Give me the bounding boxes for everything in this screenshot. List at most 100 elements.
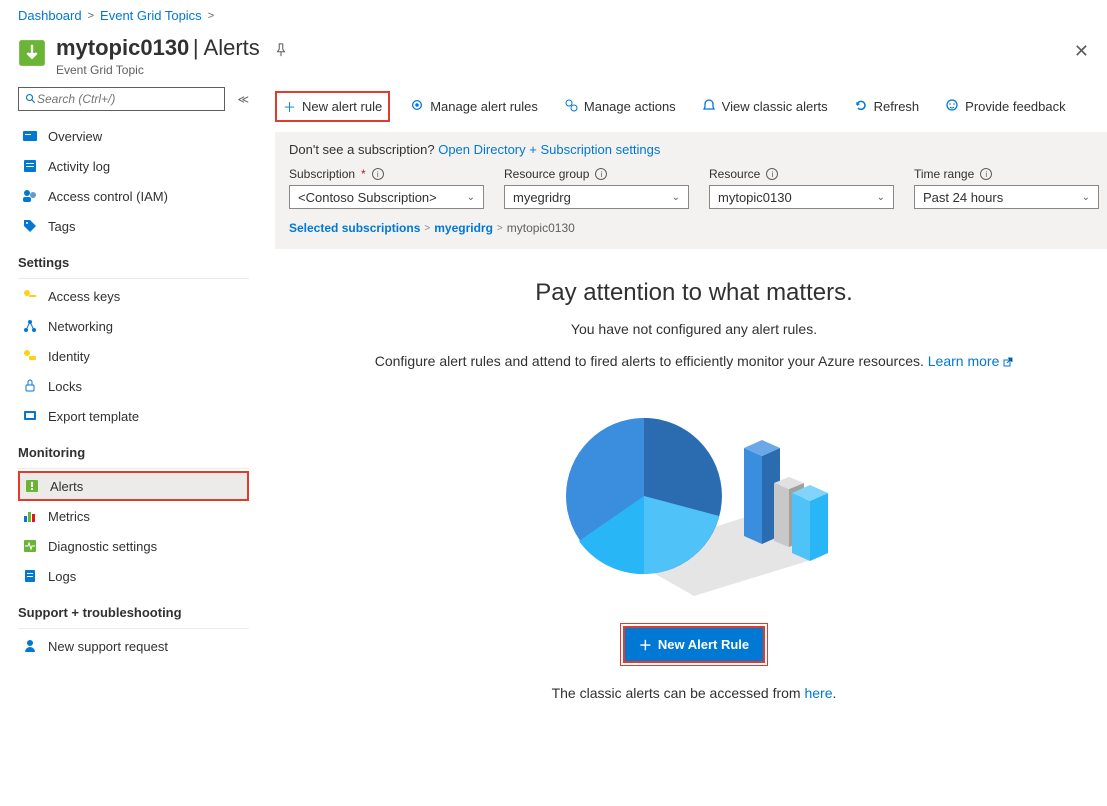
bell-icon: [702, 98, 716, 115]
nav-label: Identity: [48, 349, 90, 364]
breadcrumb-resource: mytopic0130: [507, 221, 575, 235]
networking-icon: [22, 318, 38, 334]
nav-label: Locks: [48, 379, 82, 394]
nav-label: Logs: [48, 569, 76, 584]
pin-icon[interactable]: [274, 43, 288, 60]
sidebar: ≪ Overview Activity log Access control (…: [0, 87, 265, 731]
open-directory-link[interactable]: Open Directory + Subscription settings: [438, 142, 660, 157]
breadcrumb-rg[interactable]: myegridrg: [434, 221, 493, 235]
nav-label: Metrics: [48, 509, 90, 524]
tb-label: Manage alert rules: [430, 99, 538, 114]
chevron-right-icon: >: [208, 10, 214, 22]
search-icon: [25, 93, 37, 105]
subscription-prompt: Don't see a subscription?: [289, 142, 435, 157]
chevron-right-icon: >: [497, 223, 503, 234]
empty-description: Configure alert rules and attend to fire…: [375, 353, 924, 369]
breadcrumb-dashboard[interactable]: Dashboard: [18, 8, 82, 23]
overview-icon: [22, 128, 38, 144]
collapse-sidebar-icon[interactable]: ≪: [237, 93, 249, 106]
search-input-wrapper[interactable]: [18, 87, 225, 111]
nav-label: Diagnostic settings: [48, 539, 157, 554]
metrics-icon: [22, 508, 38, 524]
nav-iam[interactable]: Access control (IAM): [18, 181, 249, 211]
chevron-down-icon: ⌄: [467, 192, 475, 203]
subscription-dropdown[interactable]: <Contoso Subscription>⌄: [289, 185, 484, 209]
breadcrumb: Dashboard > Event Grid Topics >: [0, 0, 1107, 31]
chevron-down-icon: ⌄: [877, 192, 885, 203]
nav-alerts[interactable]: Alerts: [18, 471, 249, 501]
nav-label: Alerts: [50, 479, 83, 494]
required-indicator: *: [361, 167, 366, 181]
nav-label: Access keys: [48, 289, 120, 304]
chevron-down-icon: ⌄: [672, 192, 680, 203]
page-title: mytopic0130: [56, 35, 189, 60]
toolbar: ＋ New alert rule Manage alert rules Mana…: [275, 87, 1107, 132]
info-icon[interactable]: i: [372, 168, 384, 180]
nav-activitylog[interactable]: Activity log: [18, 151, 249, 181]
rg-label: Resource group: [504, 167, 589, 181]
feedback-button[interactable]: Provide feedback: [939, 94, 1071, 119]
nav-label: Overview: [48, 129, 102, 144]
alerts-icon: [24, 478, 40, 494]
plus-icon: ＋: [639, 635, 652, 654]
main-content: ＋ New alert rule Manage alert rules Mana…: [265, 87, 1107, 731]
new-alert-rule-button[interactable]: ＋ New alert rule: [275, 91, 390, 122]
iam-icon: [22, 188, 38, 204]
activitylog-icon: [22, 158, 38, 174]
manage-actions-button[interactable]: Manage actions: [558, 94, 682, 119]
actions-icon: [564, 98, 578, 115]
key-icon: [22, 288, 38, 304]
nav-label: New support request: [48, 639, 168, 654]
info-icon[interactable]: i: [766, 168, 778, 180]
smile-icon: [945, 98, 959, 115]
resource-label: Resource: [709, 167, 760, 181]
nav-export[interactable]: Export template: [18, 401, 249, 431]
view-classic-button[interactable]: View classic alerts: [696, 94, 834, 119]
nav-diagnostics[interactable]: Diagnostic settings: [18, 531, 249, 561]
new-alert-rule-primary-button[interactable]: ＋ New Alert Rule: [623, 626, 765, 663]
time-dropdown[interactable]: Past 24 hours⌄: [914, 185, 1099, 209]
lock-icon: [22, 378, 38, 394]
nav-support[interactable]: New support request: [18, 631, 249, 661]
classic-link[interactable]: here: [804, 685, 832, 701]
nav-label: Tags: [48, 219, 75, 234]
chevron-right-icon: >: [424, 223, 430, 234]
nav-networking[interactable]: Networking: [18, 311, 249, 341]
info-icon[interactable]: i: [980, 168, 992, 180]
breadcrumb-selected-subs[interactable]: Selected subscriptions: [289, 221, 420, 235]
tb-label: Refresh: [874, 99, 920, 114]
button-label: New Alert Rule: [658, 637, 749, 652]
resource-dropdown[interactable]: mytopic0130⌄: [709, 185, 894, 209]
empty-title: Pay attention to what matters.: [315, 279, 1073, 307]
tb-label: Provide feedback: [965, 99, 1065, 114]
manage-alert-rules-button[interactable]: Manage alert rules: [404, 94, 544, 119]
tags-icon: [22, 218, 38, 234]
nav-label: Activity log: [48, 159, 110, 174]
refresh-button[interactable]: Refresh: [848, 94, 926, 119]
nav-identity[interactable]: Identity: [18, 341, 249, 371]
chevron-right-icon: >: [88, 10, 94, 22]
close-icon[interactable]: ✕: [1074, 41, 1089, 62]
info-icon[interactable]: i: [595, 168, 607, 180]
diagnostics-icon: [22, 538, 38, 554]
resource-type: Event Grid Topic: [56, 63, 260, 77]
eventgrid-icon: [18, 39, 46, 67]
nav-group-monitoring: Monitoring: [18, 431, 249, 466]
nav-metrics[interactable]: Metrics: [18, 501, 249, 531]
search-input[interactable]: [37, 92, 218, 106]
rg-dropdown[interactable]: myegridrg⌄: [504, 185, 689, 209]
nav-label: Networking: [48, 319, 113, 334]
identity-icon: [22, 348, 38, 364]
filter-bar: Don't see a subscription? Open Directory…: [275, 132, 1107, 249]
nav-logs[interactable]: Logs: [18, 561, 249, 591]
logs-icon: [22, 568, 38, 584]
scope-breadcrumb: Selected subscriptions > myegridrg > myt…: [289, 221, 1099, 235]
nav-accesskeys[interactable]: Access keys: [18, 281, 249, 311]
nav-tags[interactable]: Tags: [18, 211, 249, 241]
learn-more-link[interactable]: Learn more: [928, 353, 1013, 369]
nav-overview[interactable]: Overview: [18, 121, 249, 151]
nav-locks[interactable]: Locks: [18, 371, 249, 401]
tb-label: New alert rule: [302, 99, 382, 114]
time-label: Time range: [914, 167, 974, 181]
breadcrumb-topics[interactable]: Event Grid Topics: [100, 8, 202, 23]
